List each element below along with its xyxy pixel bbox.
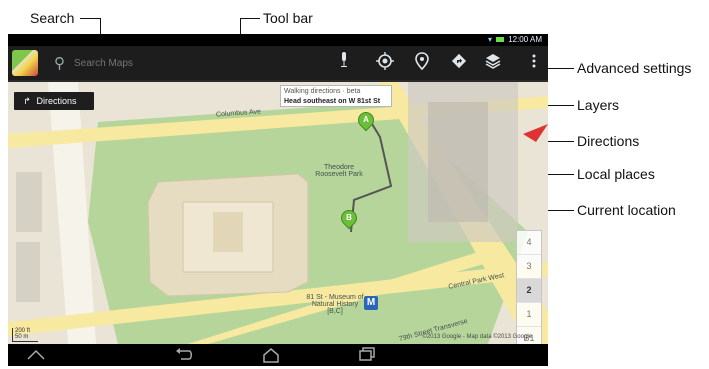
search-icon[interactable]: ⚲: [54, 54, 65, 72]
search-callout-label: Search: [30, 10, 75, 26]
toolbar-callout-label: Tool bar: [263, 10, 313, 26]
floor-1[interactable]: 1: [517, 303, 541, 327]
directions-arrow-icon: ↱: [23, 96, 31, 106]
metro-icon[interactable]: M: [364, 296, 378, 310]
route-info-line1: Walking directions · beta: [284, 88, 361, 95]
directions-callout-label: Directions: [577, 133, 640, 149]
home-icon[interactable]: [262, 347, 280, 366]
floor-2[interactable]: 2: [517, 279, 541, 303]
map-scale: 200 ft 50 m: [12, 328, 38, 342]
floor-4[interactable]: 4: [517, 231, 541, 255]
search-callout-line-h: [80, 18, 100, 19]
back-icon[interactable]: [175, 347, 193, 364]
status-time: 12:00 AM: [508, 35, 542, 44]
current-location-callout-label: Current location: [577, 202, 676, 218]
scale-m: 50 m: [15, 334, 29, 340]
wifi-icon: ▾: [487, 35, 492, 44]
overflow-menu-icon[interactable]: [528, 52, 540, 74]
home-small-icon[interactable]: [26, 347, 46, 364]
local-places-callout-label: Local places: [577, 166, 655, 182]
floor-picker: 4 3 2 1 B1: [516, 230, 542, 346]
recent-apps-icon[interactable]: [358, 347, 376, 364]
search-input[interactable]: [74, 55, 304, 71]
layers-callout-label: Layers: [577, 97, 620, 113]
floor-3[interactable]: 3: [517, 255, 541, 279]
layers-icon[interactable]: [482, 52, 504, 74]
route-info-line2: Head southeast on W 81st St: [284, 98, 381, 105]
current-location-icon[interactable]: [374, 52, 396, 74]
advanced-settings-callout-label: Advanced settings: [577, 60, 692, 76]
directions-button-label: Directions: [36, 96, 77, 106]
map-copyright: ©2013 Google - Map data ©2013 Google: [422, 334, 532, 340]
tablet-screen: ▾ 12:00 AM ⚲ Search Maps ↱ Directions Wa…: [8, 34, 548, 366]
museum-station-label: 81 St - Museum of Natural History [B,C]: [306, 294, 364, 315]
local-places-icon[interactable]: [411, 52, 433, 74]
battery-icon: [496, 37, 504, 42]
toolbar-callout-line-h: [240, 18, 260, 19]
directions-icon[interactable]: [448, 52, 470, 74]
microphone-icon[interactable]: [333, 52, 355, 74]
directions-button[interactable]: ↱ Directions: [14, 92, 94, 110]
status-bar: ▾ 12:00 AM: [8, 34, 548, 46]
theodore-roosevelt-park-label: Theodore Roosevelt Park: [315, 164, 363, 178]
route-info-box[interactable]: Walking directions · beta Head southeast…: [280, 85, 392, 107]
android-nav-bar: [8, 344, 548, 366]
map-drawing: [8, 82, 548, 344]
maps-logo-icon[interactable]: [12, 50, 38, 76]
maps-toolbar: ⚲: [8, 46, 548, 82]
map-view[interactable]: ↱ Directions Walking directions · beta H…: [8, 82, 548, 346]
